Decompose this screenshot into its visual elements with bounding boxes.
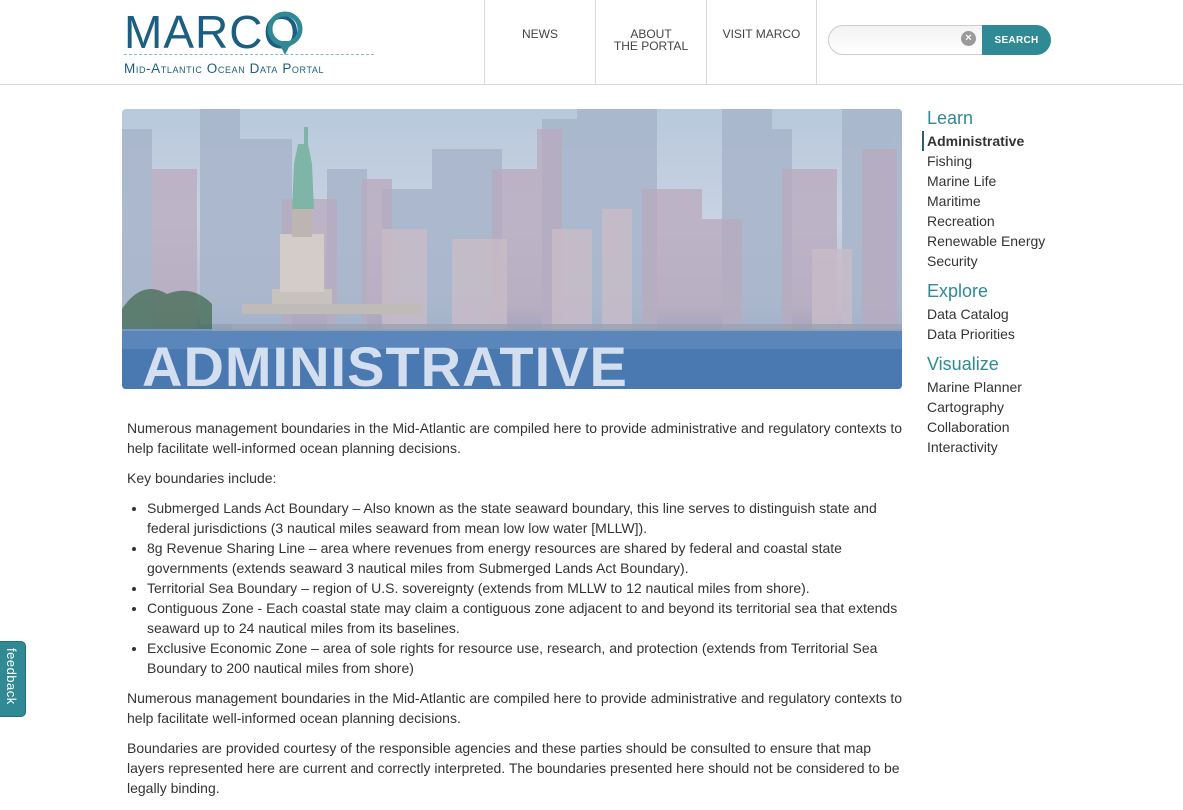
- clear-icon[interactable]: ×: [961, 31, 976, 46]
- map-pin-icon: [267, 11, 303, 55]
- list-item: Submerged Lands Act Boundary – Also know…: [147, 498, 907, 538]
- search-bar: × SEARCH: [828, 25, 1051, 55]
- sidebar: Learn Administrative Fishing Marine Life…: [922, 106, 1122, 465]
- sidebar-heading-explore[interactable]: Explore: [922, 279, 1122, 303]
- hero-banner: ADMINISTRATIVE: [122, 109, 902, 389]
- list-item: Contiguous Zone - Each coastal state may…: [147, 598, 907, 638]
- logo-divider: [124, 54, 374, 55]
- sidebar-item-administrative[interactable]: Administrative: [922, 131, 1122, 151]
- nav-visit-label: VISIT MARCO: [722, 27, 801, 41]
- sidebar-item-fishing[interactable]: Fishing: [922, 151, 1122, 171]
- sidebar-explore-section: Explore Data Catalog Data Priorities: [922, 279, 1122, 344]
- sidebar-item-marine-planner[interactable]: Marine Planner: [922, 377, 1122, 397]
- nav-about-the-portal[interactable]: ABOUT THE PORTAL: [595, 0, 706, 84]
- main-nav: NEWS ABOUT THE PORTAL VISIT MARCO: [484, 0, 817, 84]
- nav-news-label: NEWS: [522, 27, 558, 41]
- sidebar-heading-learn[interactable]: Learn: [922, 106, 1122, 130]
- nav-about-label-line2: THE PORTAL: [613, 39, 689, 53]
- sidebar-item-cartography[interactable]: Cartography: [922, 397, 1122, 417]
- repeat-paragraph: Numerous management boundaries in the Mi…: [127, 690, 903, 726]
- sidebar-learn-section: Learn Administrative Fishing Marine Life…: [922, 106, 1122, 271]
- list-item: Exclusive Economic Zone – area of sole r…: [147, 638, 907, 678]
- feedback-tab[interactable]: feedback: [0, 641, 26, 717]
- boundaries-list: Submerged Lands Act Boundary – Also know…: [147, 498, 907, 678]
- sidebar-item-maritime[interactable]: Maritime: [922, 191, 1122, 211]
- sidebar-item-renewable-energy[interactable]: Renewable Energy: [922, 231, 1122, 251]
- site-header: MARCO Mid-Atlantic Ocean Data Portal NEW…: [0, 0, 1183, 85]
- list-item: 8g Revenue Sharing Line – area where rev…: [147, 538, 907, 578]
- sidebar-item-security[interactable]: Security: [922, 251, 1122, 271]
- disclaimer-paragraph: Boundaries are provided courtesy of the …: [127, 740, 900, 796]
- marco-logo[interactable]: MARCO Mid-Atlantic Ocean Data Portal: [124, 8, 376, 78]
- logo-subtitle: Mid-Atlantic Ocean Data Portal: [124, 61, 325, 76]
- nav-news[interactable]: NEWS: [484, 0, 595, 84]
- list-item: Territorial Sea Boundary – region of U.S…: [147, 578, 907, 598]
- sidebar-item-marine-life[interactable]: Marine Life: [922, 171, 1122, 191]
- sidebar-item-recreation[interactable]: Recreation: [922, 211, 1122, 231]
- sidebar-item-data-priorities[interactable]: Data Priorities: [922, 324, 1122, 344]
- feedback-label: feedback: [4, 648, 19, 705]
- sidebar-visualize-section: Visualize Marine Planner Cartography Col…: [922, 352, 1122, 457]
- sidebar-item-interactivity[interactable]: Interactivity: [922, 437, 1122, 457]
- main-content: Numerous management boundaries in the Mi…: [127, 418, 907, 808]
- nav-visit-marco[interactable]: VISIT MARCO: [706, 0, 817, 84]
- sidebar-item-collaboration[interactable]: Collaboration: [922, 417, 1122, 437]
- intro-paragraph: Numerous management boundaries in the Mi…: [127, 420, 903, 456]
- key-boundaries-label: Key boundaries include:: [127, 470, 277, 486]
- hero-title: ADMINISTRATIVE: [142, 335, 628, 390]
- sidebar-heading-visualize[interactable]: Visualize: [922, 352, 1122, 376]
- sidebar-item-data-catalog[interactable]: Data Catalog: [922, 304, 1122, 324]
- search-button[interactable]: SEARCH: [982, 25, 1051, 55]
